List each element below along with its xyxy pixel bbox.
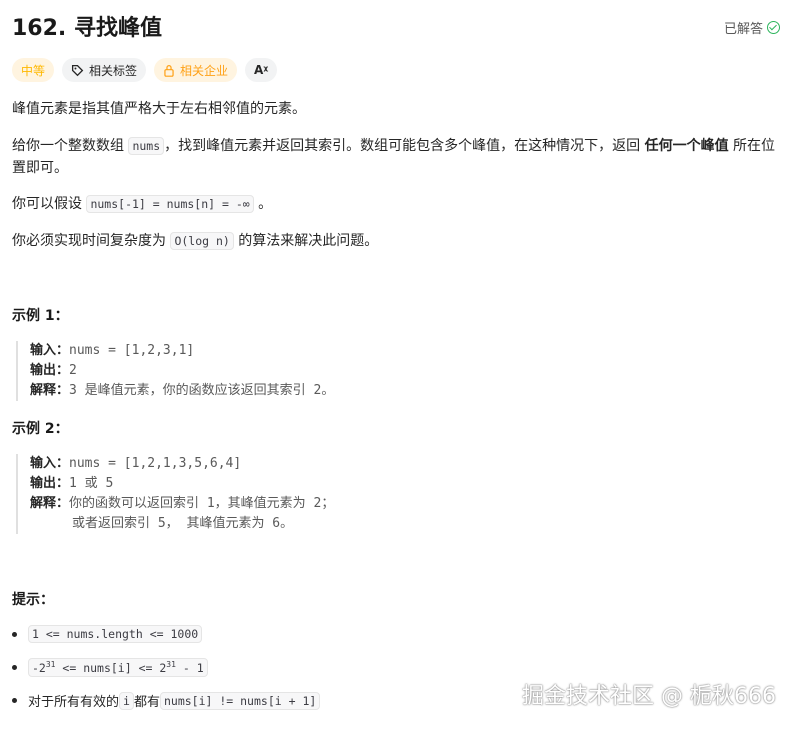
description-p2: 给你一个整数数组 nums ，找到峰值元素并返回其索引。数组可能包含多个峰值，在这… [12, 137, 776, 176]
code-complexity: O(log n) [170, 232, 234, 250]
tag-bar: 中等 相关标签 相关企业 Aᵡ [12, 58, 278, 82]
difficulty-label: 中等 [21, 63, 46, 78]
description-p3: 你可以假设 nums[-1] = nums[n] = -∞ 。 [12, 195, 273, 213]
code-nums: nums [128, 137, 165, 155]
description-p1: 峰值元素是指其值严格大于左右相邻值的元素。 [12, 101, 306, 117]
bullet-icon [12, 698, 17, 703]
example-1-block: 输入：nums = [1,2,3,1] 输出：2 解释：3 是峰值元素，你的函数… [16, 341, 334, 401]
problem-title: 162. 寻找峰值 [12, 16, 162, 41]
solved-label: 已解答 [723, 22, 763, 37]
example-1-heading: 示例 1： [12, 308, 69, 324]
example-2-heading: 示例 2： [12, 421, 69, 437]
related-topics-tag[interactable]: 相关标签 [62, 58, 147, 82]
hint-item-2: -231 <= nums[i] <= 231 - 1 [12, 658, 208, 677]
code-assumption: nums[-1] = nums[n] = -∞ [86, 195, 254, 213]
related-companies-tag[interactable]: 相关企业 [154, 58, 238, 82]
translate-icon: Aᵡ [254, 63, 269, 77]
lock-icon [163, 64, 175, 77]
watermark: 掘金技术社区 @ 栀秋666 [522, 684, 776, 709]
difficulty-tag[interactable]: 中等 [12, 58, 55, 82]
related-companies-label: 相关企业 [180, 63, 229, 78]
example-2-block: 输入：nums = [1,2,1,3,5,6,4] 输出：1 或 5 解释：你的… [16, 454, 334, 534]
bold-any-peak: 任何一个峰值 [644, 138, 729, 154]
hints-heading: 提示： [12, 592, 54, 608]
check-circle-icon [767, 21, 780, 34]
translate-tag[interactable]: Aᵡ [245, 58, 278, 82]
related-topics-label: 相关标签 [89, 63, 138, 78]
description-p4: 你必须实现时间复杂度为 O(log n) 的算法来解决此问题。 [12, 232, 379, 250]
solved-status: 已解答 [724, 18, 780, 37]
bullet-icon [12, 664, 17, 670]
bullet-icon [12, 631, 17, 637]
tag-icon [71, 64, 84, 77]
hint-item-1: 1 <= nums.length <= 1000 [12, 625, 203, 643]
hint-item-3: 对于所有有效的 i 都有 nums[i] != nums[i + 1] [12, 691, 321, 710]
